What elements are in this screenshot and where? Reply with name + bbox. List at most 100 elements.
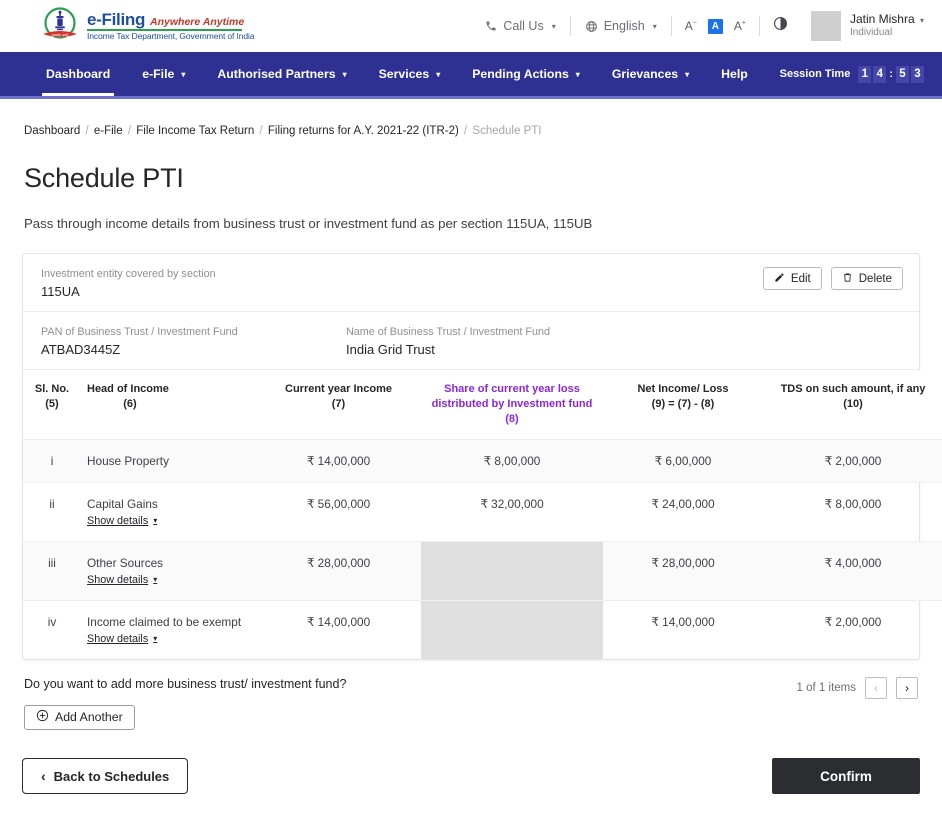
cell-current-year-income: ₹ 14,00,000 xyxy=(306,614,371,629)
session-digit: 3 xyxy=(911,65,924,83)
chevron-down-icon: ▾ xyxy=(575,69,580,79)
show-details-link[interactable]: Show details ▾ xyxy=(87,574,157,586)
trust-name-value: India Grid Trust xyxy=(346,342,435,357)
back-to-schedules-button[interactable]: ‹ Back to Schedules xyxy=(22,758,189,794)
user-name: Jatin Mishra xyxy=(849,12,915,27)
cell-share-of-loss-disabled xyxy=(421,541,603,601)
cell-head-of-income: Income claimed to be exempt Show details… xyxy=(81,600,256,659)
page-content: Dashboard / e-File / File Income Tax Ret… xyxy=(0,99,942,730)
nav-item-help[interactable]: Help xyxy=(705,52,764,96)
breadcrumb-separator: / xyxy=(85,125,89,137)
brand-logo[interactable]: सत्यमेव जयते e-Filing Anywhere Anytime I… xyxy=(40,6,255,46)
header-tools: Call Us ▾ English ▾ A− A A+ Jatin Mishra… xyxy=(471,0,928,52)
table-row: i House Property ₹ 14,00,000 ₹ 8,00,000 … xyxy=(23,439,942,483)
cell-sl-no: iii xyxy=(23,541,81,601)
svg-text:सत्यमेव जयते: सत्यमेव जयते xyxy=(52,32,69,37)
breadcrumb-item-file-itr[interactable]: File Income Tax Return xyxy=(136,125,254,137)
table-row: iv Income claimed to be exempt Show deta… xyxy=(23,600,942,659)
delete-button[interactable]: Delete xyxy=(830,267,903,290)
add-more-section: Do you want to add more business trust/ … xyxy=(22,676,920,730)
chevron-down-icon: ▾ xyxy=(919,16,924,26)
edit-button[interactable]: Edit xyxy=(762,267,822,290)
nav-item-efile[interactable]: e-File ▾ xyxy=(126,52,201,96)
cell-tds: ₹ 2,00,000 xyxy=(763,439,942,483)
pan-field: PAN of Business Trust / Investment Fund … xyxy=(41,326,346,357)
brand-tagline: Anywhere Anytime xyxy=(150,15,245,28)
cell-current-year-income: ₹ 28,00,000 xyxy=(256,541,421,601)
breadcrumb-item-filing-returns[interactable]: Filing returns for A.Y. 2021-22 (ITR-2) xyxy=(268,125,459,137)
font-increase-button[interactable]: A+ xyxy=(734,19,746,33)
nav-item-authorised-partners[interactable]: Authorised Partners ▾ xyxy=(201,52,362,96)
breadcrumb-separator: / xyxy=(127,125,132,137)
show-details-link[interactable]: Show details ▾ xyxy=(87,515,157,527)
font-decrease-button[interactable]: A− xyxy=(685,19,697,33)
add-more-question: Do you want to add more business trust/ … xyxy=(24,676,347,691)
breadcrumb-item-efile[interactable]: e-File xyxy=(94,125,123,137)
confirm-button[interactable]: Confirm xyxy=(772,758,920,794)
chevron-left-icon: ‹ xyxy=(874,680,878,695)
col-header-tds: TDS on such amount, if any (10) xyxy=(763,370,942,440)
pagination: 1 of 1 items ‹ › xyxy=(797,676,918,699)
user-type: Individual xyxy=(849,27,893,39)
nav-label: Pending Actions xyxy=(472,67,569,81)
session-digit: 4 xyxy=(873,65,887,83)
chevron-down-icon: ▾ xyxy=(153,575,158,585)
show-details-link[interactable]: Show details ▾ xyxy=(87,633,157,645)
cell-tds: ₹ 8,00,000 xyxy=(763,482,942,542)
nav-item-grievances[interactable]: Grievances ▾ xyxy=(596,52,705,96)
nav-label: Authorised Partners xyxy=(217,67,336,81)
session-digit: 5 xyxy=(896,65,909,83)
back-label: Back to Schedules xyxy=(53,768,170,784)
font-normal-button[interactable]: A xyxy=(707,18,723,34)
cell-current-year-income: ₹ 14,00,000 xyxy=(256,439,421,483)
nav-label: Services xyxy=(378,67,430,81)
breadcrumb-separator: / xyxy=(464,125,468,137)
edit-label: Edit xyxy=(790,272,811,285)
breadcrumb-current: Schedule PTI xyxy=(472,125,542,137)
breadcrumb-separator: / xyxy=(259,125,263,137)
plus-circle-icon xyxy=(36,709,49,725)
call-us-label: Call Us xyxy=(503,19,544,33)
call-us-menu[interactable]: Call Us ▾ xyxy=(471,19,569,33)
chevron-down-icon: ▾ xyxy=(181,69,186,79)
session-label: Session Time xyxy=(779,68,851,80)
nav-item-services[interactable]: Services ▾ xyxy=(363,52,457,96)
contrast-toggle[interactable] xyxy=(760,16,801,36)
cell-head-of-income: House Property xyxy=(81,439,256,483)
head-of-income-label: Other Sources xyxy=(87,555,164,570)
chevron-down-icon: ▾ xyxy=(342,69,347,79)
nav-item-pending-actions[interactable]: Pending Actions ▾ xyxy=(456,52,596,96)
table-row: ii Capital Gains Show details ▾ ₹ 56,00,… xyxy=(23,482,942,542)
pti-table: Sl. No. (5) Head of Income (6) Current y… xyxy=(23,370,942,659)
cell-sl-no: iv xyxy=(47,614,57,629)
trash-icon xyxy=(842,272,853,286)
language-label: English xyxy=(603,19,645,33)
cell-net-income: ₹ 6,00,000 xyxy=(603,439,763,483)
chevron-down-icon: ▾ xyxy=(153,634,158,644)
add-another-button[interactable]: Add Another xyxy=(24,704,135,730)
breadcrumb-item-dashboard[interactable]: Dashboard xyxy=(24,125,80,137)
phone-icon xyxy=(485,20,497,32)
col-header-share-of-loss: Share of current year loss distributed b… xyxy=(421,370,603,440)
cell-net-income: ₹ 14,00,000 xyxy=(651,614,715,629)
cell-tds: ₹ 2,00,000 xyxy=(824,614,882,629)
cell-share-of-loss: ₹ 32,00,000 xyxy=(421,482,603,542)
cell-sl-no: ii xyxy=(23,482,81,542)
globe-icon xyxy=(585,20,598,33)
page-title: Schedule PTI xyxy=(24,163,184,193)
language-menu[interactable]: English ▾ xyxy=(571,19,671,33)
pan-label: PAN of Business Trust / Investment Fund xyxy=(41,326,238,338)
entity-section: Investment entity covered by section 115… xyxy=(23,254,919,312)
nav-item-dashboard[interactable]: Dashboard xyxy=(30,52,126,96)
user-menu[interactable]: Jatin Mishra ▾ Individual xyxy=(801,11,928,41)
cell-net-income: ₹ 28,00,000 xyxy=(603,541,763,601)
font-size-controls: A− A A+ xyxy=(672,18,759,34)
page-subtitle: Pass through income details from busines… xyxy=(24,216,593,231)
nav-label: Dashboard xyxy=(46,67,111,81)
brand-text: e-Filing Anywhere Anytime Income Tax Dep… xyxy=(87,10,255,42)
table-row: iii Other Sources Show details ▾ ₹ 28,00… xyxy=(23,541,942,601)
table-body: i House Property ₹ 14,00,000 ₹ 8,00,000 … xyxy=(23,439,942,659)
chevron-right-icon: › xyxy=(905,680,909,695)
pagination-prev-button[interactable]: ‹ xyxy=(865,676,887,699)
pagination-next-button[interactable]: › xyxy=(896,676,918,699)
